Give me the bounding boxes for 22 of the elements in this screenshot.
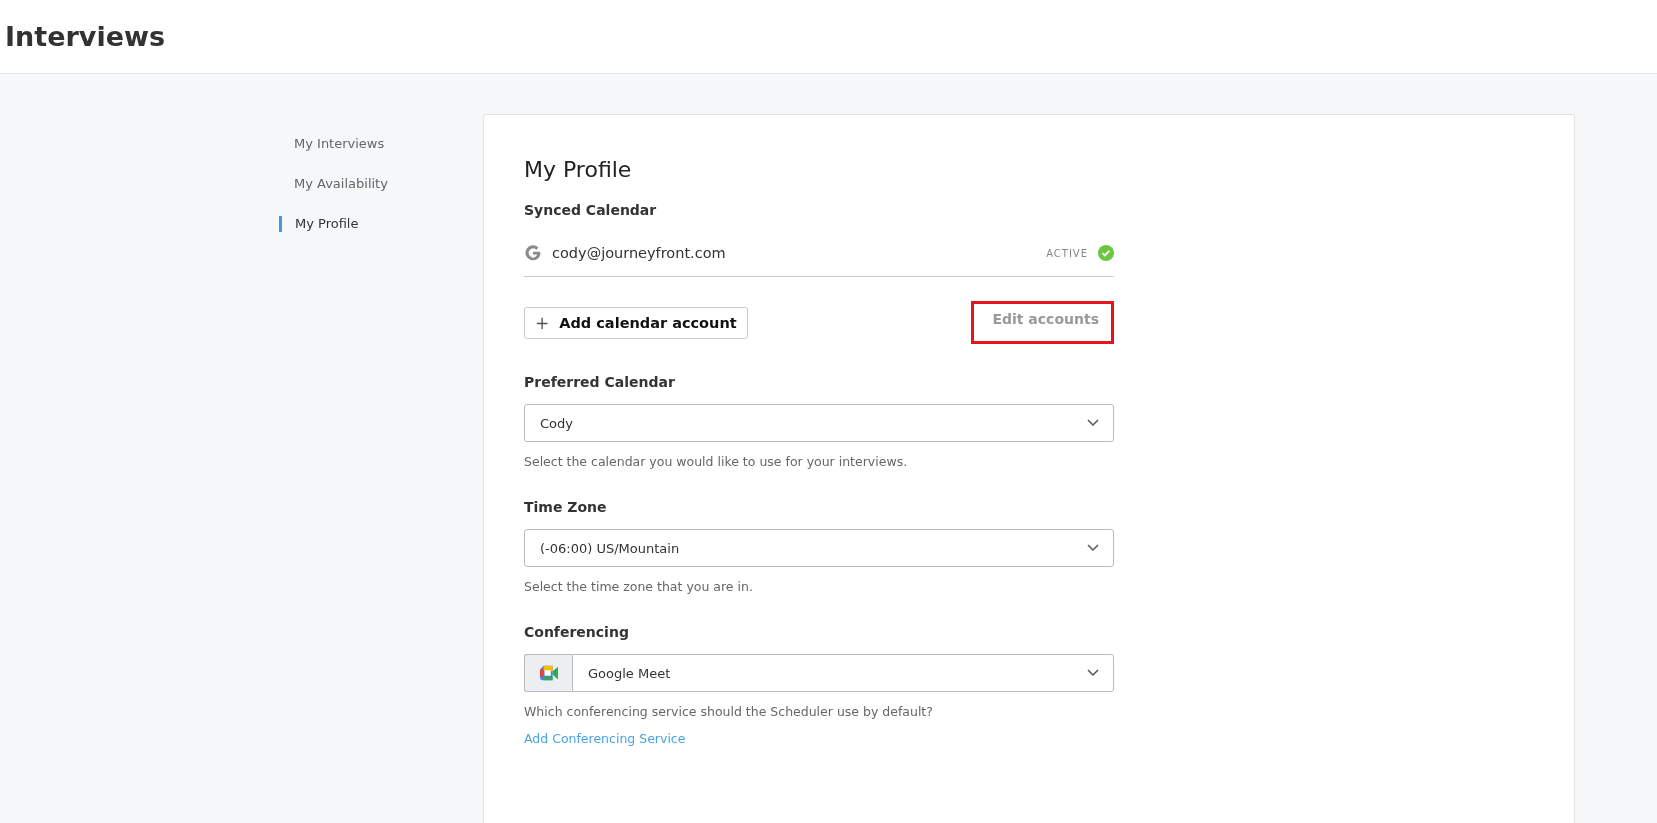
dropdown[interactable]: Cody [524,404,1114,442]
dropdown[interactable]: (-06:00) US/Mountain [524,529,1114,567]
field-label: Synced Calendar [524,202,658,218]
chevron-down-icon [1087,419,1099,427]
sidebar-item[interactable]: My Interviews [278,136,483,176]
field-label: Preferred Calendar [524,374,676,390]
status-label: ACTIVE [1046,247,1088,259]
chevron-down-icon [1087,669,1099,677]
page-title: Interviews [5,21,165,52]
section-title: My Profile [524,157,633,182]
dropdown[interactable]: Google Meet [572,654,1114,692]
field-label: Conferencing [524,624,630,640]
help-text: Which conferencing service should the Scheduler use by default? [524,704,934,719]
google-g-icon [524,244,542,262]
help-text: Select the time zone that you are in. [524,579,754,594]
account-email: cody@journeyfront.com [552,245,727,261]
sidebar-item[interactable]: My Availability [278,176,483,216]
video-camera-icon [537,664,560,682]
chevron-down-icon [1087,544,1099,552]
field-label: Time Zone [524,499,608,515]
help-text: Select the calendar you would like to use for your interviews. [524,454,909,469]
add-calendar-button[interactable]: + Add calendar account [524,306,748,339]
